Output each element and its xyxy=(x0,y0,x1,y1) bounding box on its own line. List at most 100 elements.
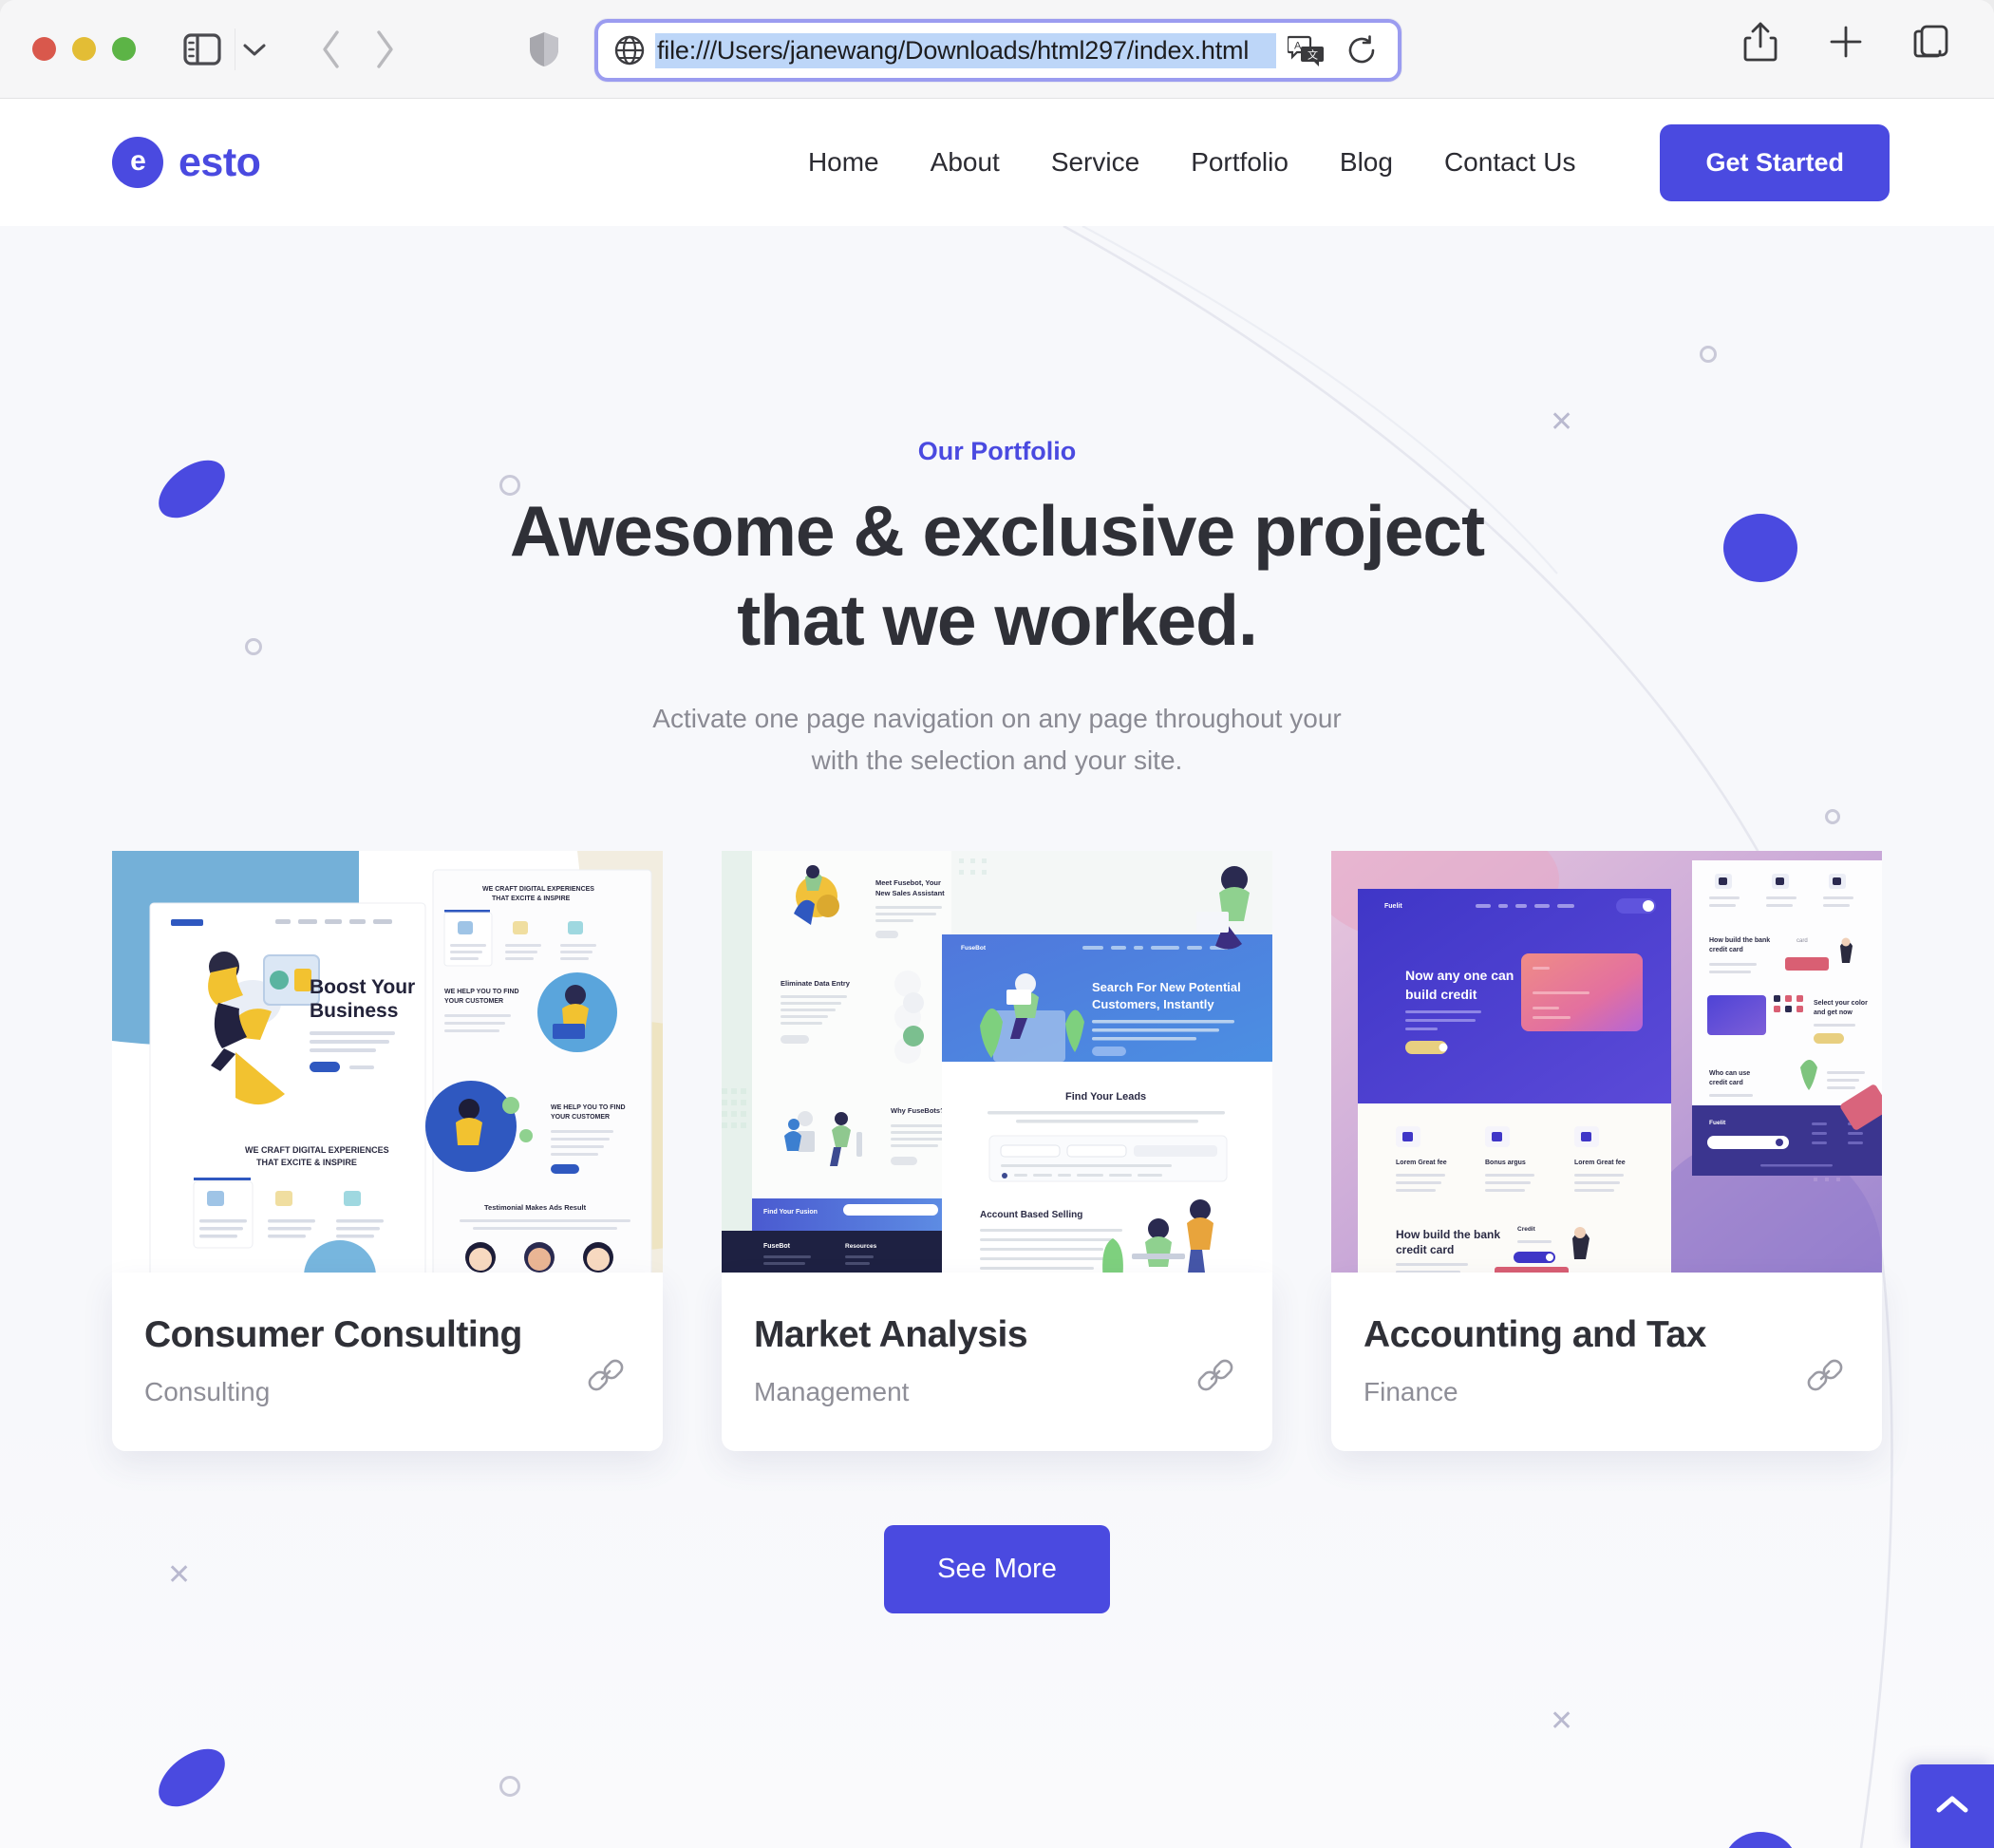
section-eyebrow: Our Portfolio xyxy=(917,437,1077,465)
browser-window: file:///Users/janewang/Downloads/html297… xyxy=(0,0,1994,1848)
hero-subtitle-line-1: Activate one page navigation on any page… xyxy=(652,703,1342,733)
nav-item-portfolio[interactable]: Portfolio xyxy=(1165,147,1314,178)
minimize-window-button[interactable] xyxy=(72,37,96,61)
nav-item-service[interactable]: Service xyxy=(1025,147,1165,178)
card-thumbnail-accounting-and-tax: Fuelit Now any one can build credit Lore… xyxy=(1331,851,1882,1281)
privacy-shield-icon[interactable] xyxy=(521,27,567,72)
svg-text:Lorem Great fee: Lorem Great fee xyxy=(1396,1160,1447,1166)
see-more-button[interactable]: See More xyxy=(884,1525,1110,1614)
card-body: Market Analysis Management xyxy=(722,1273,1272,1452)
hero-title-line-1: Awesome & exclusive project xyxy=(509,491,1485,571)
svg-text:Credit: Credit xyxy=(1517,1226,1536,1233)
svg-text:WE HELP YOU TO FIND: WE HELP YOU TO FIND xyxy=(444,989,519,995)
svg-text:Lorem Great fee: Lorem Great fee xyxy=(1574,1160,1626,1166)
portfolio-card[interactable]: Fuelit Now any one can build credit Lore… xyxy=(1331,851,1882,1452)
nav-item-home[interactable]: Home xyxy=(782,147,905,178)
svg-text:Meet Fusebot, Your: Meet Fusebot, Your xyxy=(875,878,941,887)
svg-text:Customers, Instantly: Customers, Instantly xyxy=(1092,997,1214,1011)
card-thumbnail-consumer-consulting: Boost Your Business WE CRAFT DIGITAL EXP… xyxy=(112,851,663,1281)
link-icon[interactable] xyxy=(1804,1354,1846,1396)
svg-text:Why FuseBots?: Why FuseBots? xyxy=(891,1106,945,1115)
svg-text:Testimonial Makes Ads Result: Testimonial Makes Ads Result xyxy=(484,1203,587,1212)
address-bar[interactable]: file:///Users/janewang/Downloads/html297… xyxy=(594,19,1401,82)
svg-text:Who can use: Who can use xyxy=(1709,1070,1750,1077)
card-category: Consulting xyxy=(144,1377,271,1407)
sidebar-chevron-down-icon[interactable] xyxy=(235,28,273,70)
nav-item-contact-us[interactable]: Contact Us xyxy=(1419,147,1602,178)
svg-text:card: card xyxy=(1796,938,1808,944)
svg-text:WE CRAFT DIGITAL EXPERIENCES: WE CRAFT DIGITAL EXPERIENCES xyxy=(245,1145,389,1155)
svg-text:Business: Business xyxy=(310,1000,398,1022)
nav-item-about[interactable]: About xyxy=(905,147,1025,178)
hero-title-line-2: that we worked. xyxy=(737,579,1258,660)
svg-text:credit card: credit card xyxy=(1709,947,1743,953)
sidebar-toggle-icon[interactable] xyxy=(179,27,225,72)
hero-section: Our Portfolio Awesome & exclusive projec… xyxy=(0,226,1994,783)
page-title: Awesome & exclusive project that we work… xyxy=(0,487,1994,666)
svg-text:A: A xyxy=(1294,41,1302,52)
svg-text:Now any one can: Now any one can xyxy=(1405,968,1514,983)
svg-text:credit card: credit card xyxy=(1396,1243,1454,1256)
card-title: Market Analysis xyxy=(754,1314,1028,1356)
plus-icon[interactable] xyxy=(1825,21,1867,63)
maximize-window-button[interactable] xyxy=(112,37,136,61)
web-page: e esto Home About Service Portfolio Blog… xyxy=(0,99,1994,1848)
svg-text:build credit: build credit xyxy=(1405,987,1477,1002)
portfolio-card-grid: Boost Your Business WE CRAFT DIGITAL EXP… xyxy=(0,851,1994,1452)
svg-text:How build the bank: How build the bank xyxy=(1709,937,1770,944)
browser-toolbar: file:///Users/janewang/Downloads/html297… xyxy=(0,0,1994,99)
card-category: Management xyxy=(754,1377,910,1407)
url-text[interactable]: file:///Users/janewang/Downloads/html297… xyxy=(655,32,1276,68)
scroll-to-top-button[interactable] xyxy=(1910,1764,1994,1848)
globe-icon xyxy=(613,34,646,66)
share-icon[interactable] xyxy=(1740,21,1781,63)
svg-text:Boost Your: Boost Your xyxy=(310,976,415,998)
svg-text:Find Your Leads: Find Your Leads xyxy=(1065,1091,1146,1103)
get-started-button[interactable]: Get Started xyxy=(1660,123,1890,201)
card-title: Accounting and Tax xyxy=(1364,1314,1706,1356)
nav-item-blog[interactable]: Blog xyxy=(1314,147,1419,178)
site-header: e esto Home About Service Portfolio Blog… xyxy=(0,99,1994,226)
card-thumbnail-market-analysis: Meet Fusebot, Your New Sales Assistant E… xyxy=(722,851,1272,1281)
reload-icon[interactable] xyxy=(1341,29,1383,71)
card-title: Consumer Consulting xyxy=(144,1314,522,1356)
svg-text:Fuelit: Fuelit xyxy=(1709,1120,1726,1126)
svg-text:YOUR CUSTOMER: YOUR CUSTOMER xyxy=(551,1114,610,1121)
svg-text:Eliminate Data Entry: Eliminate Data Entry xyxy=(781,979,851,988)
logo-wordmark: esto xyxy=(179,139,261,185)
svg-text:FuseBot: FuseBot xyxy=(763,1243,791,1250)
svg-text:YOUR CUSTOMER: YOUR CUSTOMER xyxy=(444,998,503,1005)
svg-text:THAT EXCITE & INSPIRE: THAT EXCITE & INSPIRE xyxy=(492,896,571,902)
see-more-container: See More xyxy=(0,1525,1994,1614)
svg-text:Fuelit: Fuelit xyxy=(1384,903,1402,910)
link-icon[interactable] xyxy=(585,1354,627,1396)
close-window-button[interactable] xyxy=(32,37,56,61)
tab-overview-icon[interactable] xyxy=(1910,21,1952,63)
translate-icon[interactable]: A 文 xyxy=(1286,29,1327,71)
card-body: Consumer Consulting Consulting xyxy=(112,1273,663,1452)
logo-mark-icon: e xyxy=(112,137,163,188)
svg-text:FuseBot: FuseBot xyxy=(961,945,987,952)
hero-subtitle-line-2: with the selection and your site. xyxy=(811,745,1183,776)
svg-text:New Sales Assistant: New Sales Assistant xyxy=(875,889,945,897)
portfolio-card[interactable]: Boost Your Business WE CRAFT DIGITAL EXP… xyxy=(112,851,663,1452)
portfolio-card[interactable]: Meet Fusebot, Your New Sales Assistant E… xyxy=(722,851,1272,1452)
svg-text:Find Your Fusion: Find Your Fusion xyxy=(763,1209,818,1216)
svg-text:Search For New Potential: Search For New Potential xyxy=(1092,980,1241,994)
card-category: Finance xyxy=(1364,1377,1458,1407)
back-arrow-icon[interactable] xyxy=(305,23,358,76)
site-logo[interactable]: e esto xyxy=(112,137,261,188)
svg-text:Select your color: Select your color xyxy=(1814,1000,1868,1007)
svg-text:Resources: Resources xyxy=(845,1243,877,1250)
svg-text:Account Based Selling: Account Based Selling xyxy=(980,1210,1082,1220)
hero-subtitle: Activate one page navigation on any page… xyxy=(0,698,1994,783)
toolbar-right-actions xyxy=(1740,21,1952,63)
forward-arrow-icon[interactable] xyxy=(358,23,411,76)
svg-text:WE CRAFT DIGITAL EXPERIENCES: WE CRAFT DIGITAL EXPERIENCES xyxy=(482,886,594,893)
main-navigation: Home About Service Portfolio Blog Contac… xyxy=(782,123,1890,201)
svg-text:credit card: credit card xyxy=(1709,1080,1743,1086)
card-body: Accounting and Tax Finance xyxy=(1331,1273,1882,1452)
window-controls xyxy=(32,37,136,61)
chevron-up-icon xyxy=(1934,1792,1970,1821)
link-icon[interactable] xyxy=(1195,1354,1236,1396)
